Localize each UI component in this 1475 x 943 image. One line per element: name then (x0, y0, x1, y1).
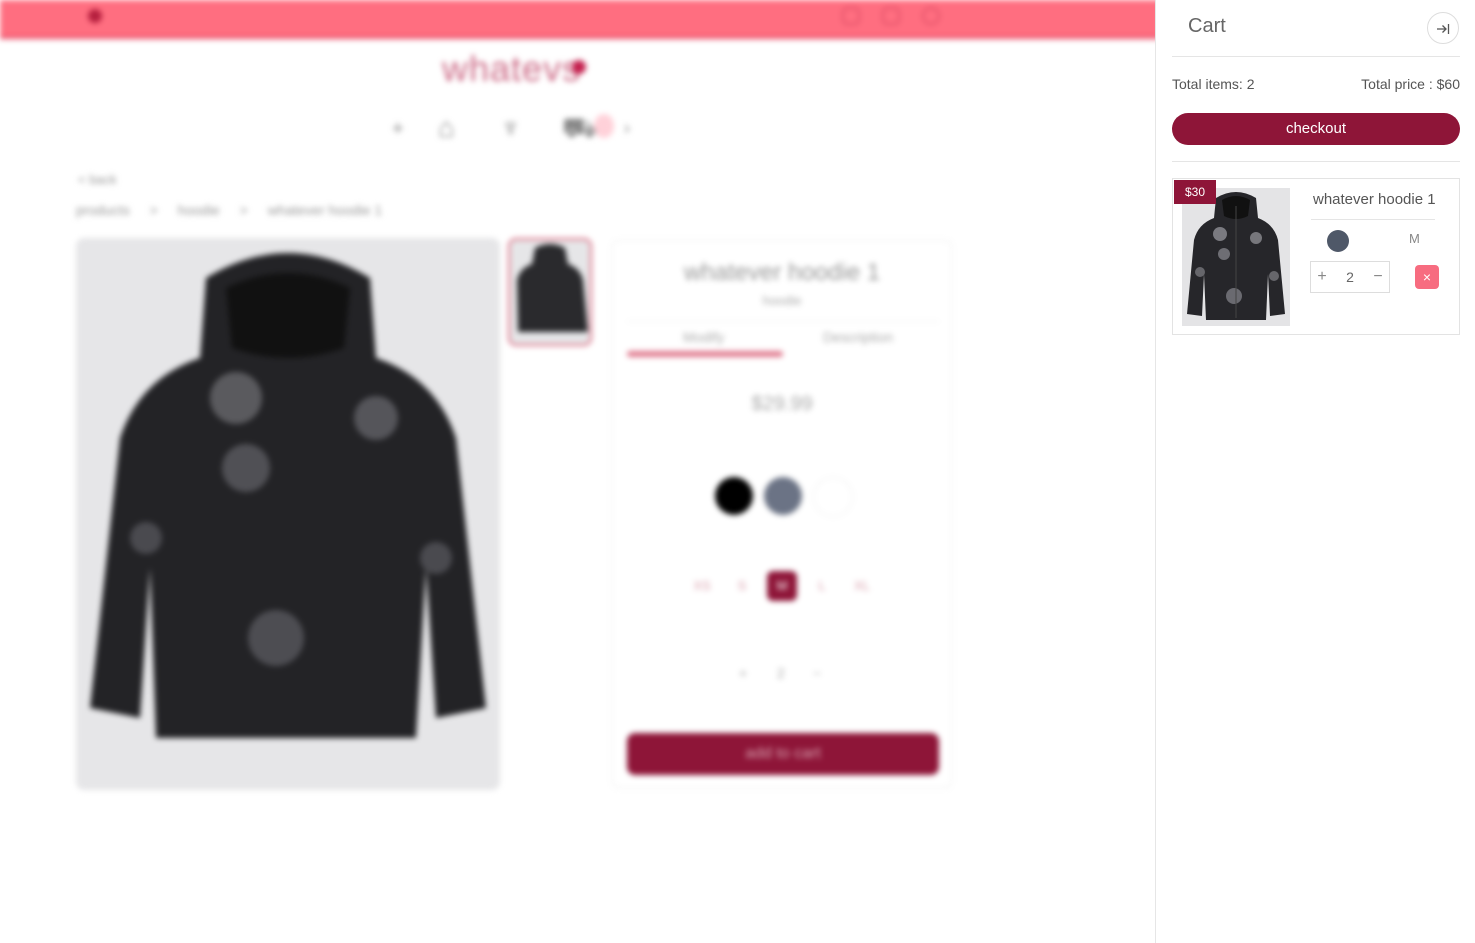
increase-quantity-button[interactable]: + (1311, 262, 1333, 292)
qty-minus-icon: − (813, 665, 822, 681)
product-main-image (76, 238, 500, 790)
chevron-icon: › (624, 118, 630, 138)
quantity-value[interactable]: 2 (1333, 262, 1367, 292)
product-thumbnail (508, 238, 592, 346)
qty-plus-icon: + (739, 665, 748, 681)
back-link: < back (78, 172, 117, 187)
color-swatch-white (813, 477, 853, 517)
top-bar (0, 0, 1160, 39)
product-quantity: 2 (777, 665, 785, 681)
collapse-right-icon (1437, 24, 1450, 35)
divider (627, 321, 939, 322)
breadcrumb-separator: > (149, 202, 158, 218)
close-cart-button[interactable] (1427, 12, 1459, 44)
tab-modify: Modify (683, 329, 725, 345)
size-option: L (818, 578, 826, 593)
quantity-stepper: + 2 − (1310, 261, 1390, 293)
cart-item-size: M (1409, 231, 1420, 246)
cart-drawer: Cart Total items: 2 Total price : $60 ch… (1155, 0, 1475, 943)
size-option: XL (854, 578, 870, 593)
product-category: hoodie (762, 293, 802, 308)
cart-count-badge (594, 114, 614, 138)
remove-item-button[interactable]: × (1415, 265, 1439, 289)
social-icon (842, 7, 860, 25)
instagram-icon (882, 7, 900, 25)
cart-item-name: whatever hoodie 1 (1313, 191, 1436, 208)
hoodie-image (1187, 192, 1285, 320)
breadcrumb-item: hoodie (177, 202, 220, 218)
color-swatch-black (715, 477, 753, 515)
color-swatch-gray (764, 477, 802, 515)
breadcrumb-item: products (76, 202, 130, 218)
tab-description: Description (823, 329, 894, 345)
checkout-button[interactable]: checkout (1172, 113, 1460, 145)
decrease-quantity-button[interactable]: − (1367, 262, 1389, 292)
product-price: $29.99 (751, 393, 813, 415)
search-icon: + (392, 118, 404, 140)
product-title: whatever hoodie 1 (683, 259, 881, 286)
cart-title: Cart (1188, 15, 1226, 37)
total-price: Total price : $60 (1361, 76, 1460, 92)
breadcrumb: products > hoodie > whatever hoodie 1 (76, 202, 398, 218)
size-option: XS (693, 578, 711, 593)
divider (1172, 161, 1460, 162)
breadcrumb-separator: > (239, 202, 248, 218)
cart-icon: ⛟ (562, 112, 598, 143)
size-option-selected: M (767, 571, 797, 601)
divider (1172, 56, 1460, 57)
breadcrumb-item: whatever hoodie 1 (267, 202, 383, 218)
trophy-icon: ♆ (500, 112, 521, 143)
cart-item: $30 whatever hoodie 1 M + 2 − × (1172, 178, 1460, 335)
size-option: S (737, 578, 747, 593)
info-icon (922, 7, 940, 25)
product-details-panel: whatever hoodie 1 hoodie Modify Descript… (612, 240, 952, 788)
tab-indicator (627, 351, 783, 357)
total-items: Total items: 2 (1172, 76, 1255, 92)
cart-item-color-swatch (1327, 230, 1349, 252)
logo-heart-icon (572, 60, 586, 74)
cart-item-image (1182, 188, 1290, 326)
site-logo: whatevs (442, 48, 582, 89)
add-to-cart-button: add to cart (627, 733, 939, 775)
cart-item-price-badge: $30 (1174, 180, 1216, 204)
menu-dot-icon (88, 9, 102, 23)
home-icon: ⌂ (438, 112, 455, 143)
divider (1311, 219, 1435, 220)
